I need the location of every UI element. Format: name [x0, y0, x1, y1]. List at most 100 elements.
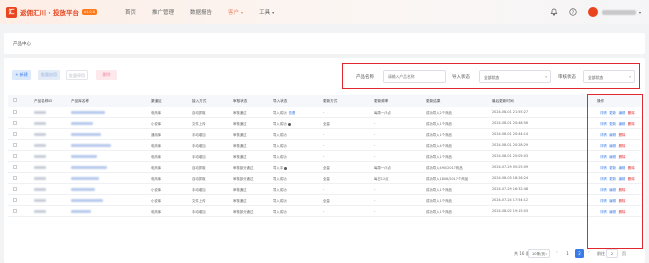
table-row: 小说库 手动增加 审核通过 导入成功 - - 成功导入1个商品 2024-07-29 16:3… [8, 184, 641, 195]
review-status-label: 审核状态 [558, 75, 576, 80]
page-size-select[interactable]: 10条/页 ▾ [528, 249, 550, 258]
chevron-down-icon: ▾ [629, 75, 631, 79]
cell-result: 成功导入1个商品 [426, 133, 452, 138]
product-name-redacted[interactable] [71, 121, 93, 125]
brand-logo[interactable]: 汇 返佣汇川 · 投放平台 v1.0.0 [6, 6, 97, 18]
product-name-redacted[interactable] [71, 110, 105, 114]
cell-review: 审核通过 [233, 188, 247, 193]
breadcrumb: 产品中心 [4, 33, 645, 54]
goto-page-input[interactable]: 2 [606, 249, 618, 258]
add-button[interactable]: + 新建 [12, 70, 31, 80]
cell-result: 成功导入4个商品 [426, 144, 452, 149]
product-id-redacted [34, 121, 46, 125]
col-header: 产品库名称 [71, 98, 89, 103]
row-checkbox[interactable] [13, 143, 17, 148]
batch-enable-button[interactable]: 批量启用 [38, 70, 60, 80]
import-status-select[interactable]: 全部状态 ▾ [479, 70, 551, 83]
row-checkbox[interactable] [13, 121, 17, 126]
prev-page-icon[interactable]: ‹ [556, 250, 558, 255]
nav-item-reports[interactable]: 数据报告 [190, 8, 212, 16]
chevron-down-icon: ▾ [545, 75, 547, 79]
cell-time: 2024-07-29 16:32:48 [492, 187, 529, 192]
row-checkbox[interactable] [13, 154, 17, 159]
main-nav: 首页 推广管理 数据报告 客户 ▾ 工具 ▾ [125, 8, 290, 16]
row-checkbox[interactable] [13, 165, 17, 170]
col-header: 渠道区 [151, 98, 162, 103]
logo-mark: 汇 [6, 6, 17, 18]
cell-result: 成功导入1个商品 [426, 122, 452, 127]
cell-channel: 小说库 [151, 199, 162, 204]
cell-channel: 电商库 [151, 166, 162, 171]
product-name-redacted[interactable] [71, 209, 91, 213]
row-checkbox[interactable] [13, 132, 17, 137]
table-row: 电商库 自动抓取 审核部分通过 导入成功 全量 每日12点 成功导入1806/2017个商品… [8, 173, 641, 184]
cell-time: 2024-08-01 20:44:14 [492, 132, 529, 137]
cell-access: 手动增加 [192, 188, 206, 193]
table-row: 电商库 手动增加 审核通过 导入成功 - - 成功导入1个商品 2024-08-01 20:0… [8, 151, 641, 162]
cell-update-mode: 全量 [323, 199, 330, 204]
row-checkbox[interactable] [13, 176, 17, 181]
cell-time: 2024-08-01 20:48:56 [492, 121, 529, 126]
cell-time: 2024-07-24 17:54:12 [492, 198, 529, 203]
nav-item-promotion[interactable]: 推广管理 [152, 8, 174, 16]
product-name-input[interactable] [383, 70, 446, 83]
product-name-redacted[interactable] [71, 143, 111, 147]
chevron-down-icon: ▾ [545, 252, 547, 256]
help-icon[interactable]: ? [569, 8, 578, 17]
cell-update-mode: 全量 [323, 122, 330, 127]
row-checkbox[interactable] [13, 187, 17, 192]
cell-result: 成功导入1个商品 [426, 155, 452, 160]
cell-channel: 电商库 [151, 155, 162, 160]
cell-access: 手动增加 [192, 133, 206, 138]
cell-import: 导入中 [273, 165, 288, 170]
row-checkbox[interactable] [13, 110, 17, 115]
product-name-redacted[interactable] [71, 176, 99, 180]
product-name-redacted[interactable] [71, 132, 101, 136]
cell-time: 2024-08-01 21:55:27 [492, 110, 529, 115]
cell-freq: - [374, 187, 376, 192]
user-name-redacted[interactable] [601, 9, 636, 15]
cell-review: 审核部分通过 [233, 210, 254, 215]
page-number-2[interactable]: 2 [575, 249, 584, 258]
cell-review: 审核通过 [233, 122, 247, 127]
delete-button[interactable]: 删除 [96, 70, 117, 80]
status-info-icon[interactable] [284, 166, 288, 170]
table-row: 电商库 自动抓取 审核部分通过 导入中 全量 每周一/5点 成功导入490/2017商品 20… [8, 162, 641, 173]
row-checkbox[interactable] [13, 198, 17, 203]
cell-update-mode: - [323, 154, 325, 159]
nav-item-tools[interactable]: 工具 ▾ [259, 8, 274, 16]
cell-review: 审核通过 [233, 133, 247, 138]
table-header: 产品名称ID 产品库名称 渠道区 接入方式 审核状态 导入状态 更新方式 更新频… [8, 95, 641, 107]
row-checkbox[interactable] [13, 209, 17, 214]
col-header: 导入状态 [273, 98, 288, 103]
status-info-icon[interactable] [287, 122, 291, 126]
bell-icon[interactable] [550, 8, 559, 17]
cell-freq: 每周一/5点 [374, 111, 391, 116]
nav-item-customer[interactable]: 客户 ▾ [228, 8, 243, 16]
product-name-redacted[interactable] [71, 154, 97, 158]
batch-disable-button[interactable]: 批量停用 [66, 70, 88, 80]
cell-freq: 每周一/5点 [374, 166, 391, 171]
col-header: 更新结果 [426, 98, 441, 103]
cell-review: 审核通过 [233, 144, 247, 149]
nav-label: 工具 [259, 10, 271, 16]
avatar[interactable] [587, 7, 598, 17]
product-name-redacted[interactable] [71, 198, 103, 202]
cell-channel: 电商库 [151, 144, 162, 149]
select-all-checkbox[interactable] [13, 98, 17, 103]
product-name-redacted[interactable] [71, 187, 95, 191]
cell-result: 成功导入2个商品 [426, 111, 452, 116]
cell-access: 自动抓取 [192, 166, 206, 171]
review-status-select[interactable]: 全部状态 ▾ [583, 70, 635, 83]
cell-access: 自动抓取 [192, 111, 206, 116]
product-name-redacted[interactable] [71, 165, 107, 169]
next-page-icon[interactable]: › [588, 250, 590, 255]
header-tools: ? ▾ [540, 0, 641, 24]
view-import-link[interactable]: 查看 [289, 111, 296, 115]
page-number-1[interactable]: 1 [563, 249, 572, 258]
chevron-down-icon[interactable]: ▾ [639, 10, 641, 15]
cell-result: 成功导入490/2017商品 [426, 166, 463, 171]
nav-item-home[interactable]: 首页 [125, 8, 136, 16]
cell-import: 导入成功 [273, 188, 287, 193]
brand-name: 返佣汇川 · 投放平台 [20, 9, 79, 17]
